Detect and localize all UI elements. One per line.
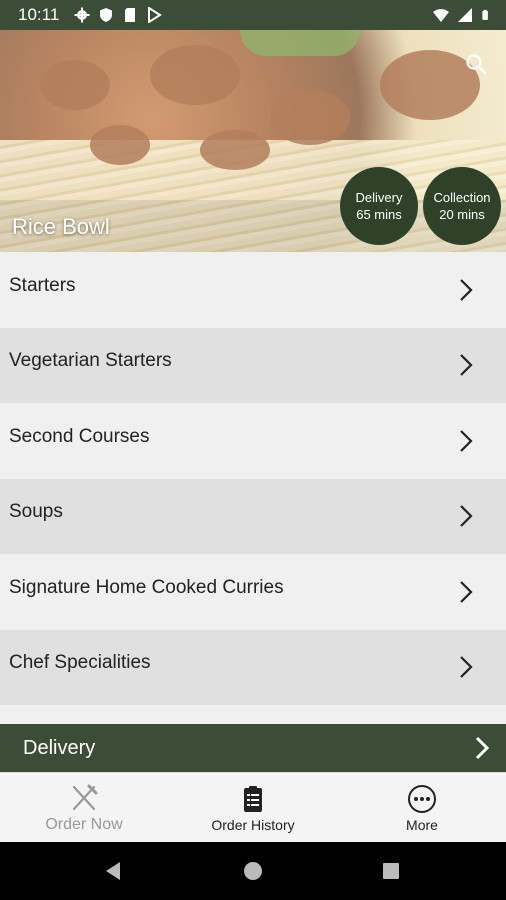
delivery-time-badge: Delivery 65 mins [340, 167, 418, 245]
chevron-right-icon [460, 505, 473, 528]
hero-banner: Rice Bowl Delivery 65 mins Collection 20… [0, 30, 506, 252]
chevron-right-icon [460, 278, 473, 301]
wifi-icon [433, 9, 449, 22]
tab-label: Order Now [45, 815, 123, 833]
delivery-badge-label: Delivery [355, 190, 403, 205]
menu-item-second-courses[interactable]: Second Courses [0, 403, 506, 479]
chevron-right-icon [460, 656, 473, 679]
bottom-tab-bar: Order Now Order History More [0, 772, 506, 842]
collection-badge-label: Collection [433, 190, 491, 205]
settings-icon [74, 7, 90, 23]
system-nav-bar [0, 842, 506, 900]
menu-item-starters[interactable]: Starters [0, 252, 506, 328]
tab-label: Order History [211, 816, 295, 833]
signal-icon [458, 8, 472, 22]
sd-card-icon [125, 8, 135, 22]
clipboard-list-icon [244, 785, 262, 812]
collection-time-badge: Collection 20 mins [423, 167, 501, 245]
menu-item-signature-curries[interactable]: Signature Home Cooked Curries [0, 554, 506, 630]
menu-item-label: Starters [9, 274, 76, 296]
order-mode-label: Delivery [23, 736, 96, 759]
battery-icon [482, 9, 488, 20]
chevron-right-icon [460, 429, 473, 452]
recent-apps-icon[interactable] [383, 863, 399, 879]
chevron-right-icon [460, 354, 473, 377]
fork-knife-icon [72, 784, 98, 810]
menu-item-label: Vegetarian Starters [9, 350, 172, 372]
menu-item-vegetarian-starters[interactable]: Vegetarian Starters [0, 327, 506, 403]
status-bar: 10:11 [0, 0, 506, 30]
delivery-badge-time: 65 mins [356, 207, 402, 222]
menu-item-chef-specialities[interactable]: Chef Specialities [0, 629, 506, 705]
collection-badge-time: 20 mins [439, 207, 485, 222]
restaurant-name: Rice Bowl [12, 214, 110, 239]
home-icon[interactable] [244, 862, 262, 880]
menu-item-label: Soups [9, 501, 63, 523]
menu-item-label: Signature Home Cooked Curries [9, 576, 284, 598]
tab-order-history[interactable]: Order History [169, 773, 337, 843]
menu-category-list: Starters Vegetarian Starters Second Cour… [0, 252, 506, 705]
status-time: 10:11 [18, 5, 60, 24]
tab-more[interactable]: More [338, 773, 506, 843]
order-mode-bar[interactable]: Delivery [0, 724, 506, 772]
more-icon [408, 784, 436, 813]
back-icon[interactable] [104, 861, 122, 881]
chevron-right-icon [460, 580, 473, 603]
search-icon[interactable] [464, 52, 488, 76]
menu-item-label: Chef Specialities [9, 652, 151, 674]
chevron-right-icon [475, 736, 490, 760]
tab-label: More [406, 816, 438, 833]
tab-order-now[interactable]: Order Now [0, 773, 168, 843]
menu-item-soups[interactable]: Soups [0, 478, 506, 554]
play-store-icon [148, 7, 162, 23]
menu-item-label: Second Courses [9, 425, 150, 447]
shield-icon [100, 8, 112, 22]
